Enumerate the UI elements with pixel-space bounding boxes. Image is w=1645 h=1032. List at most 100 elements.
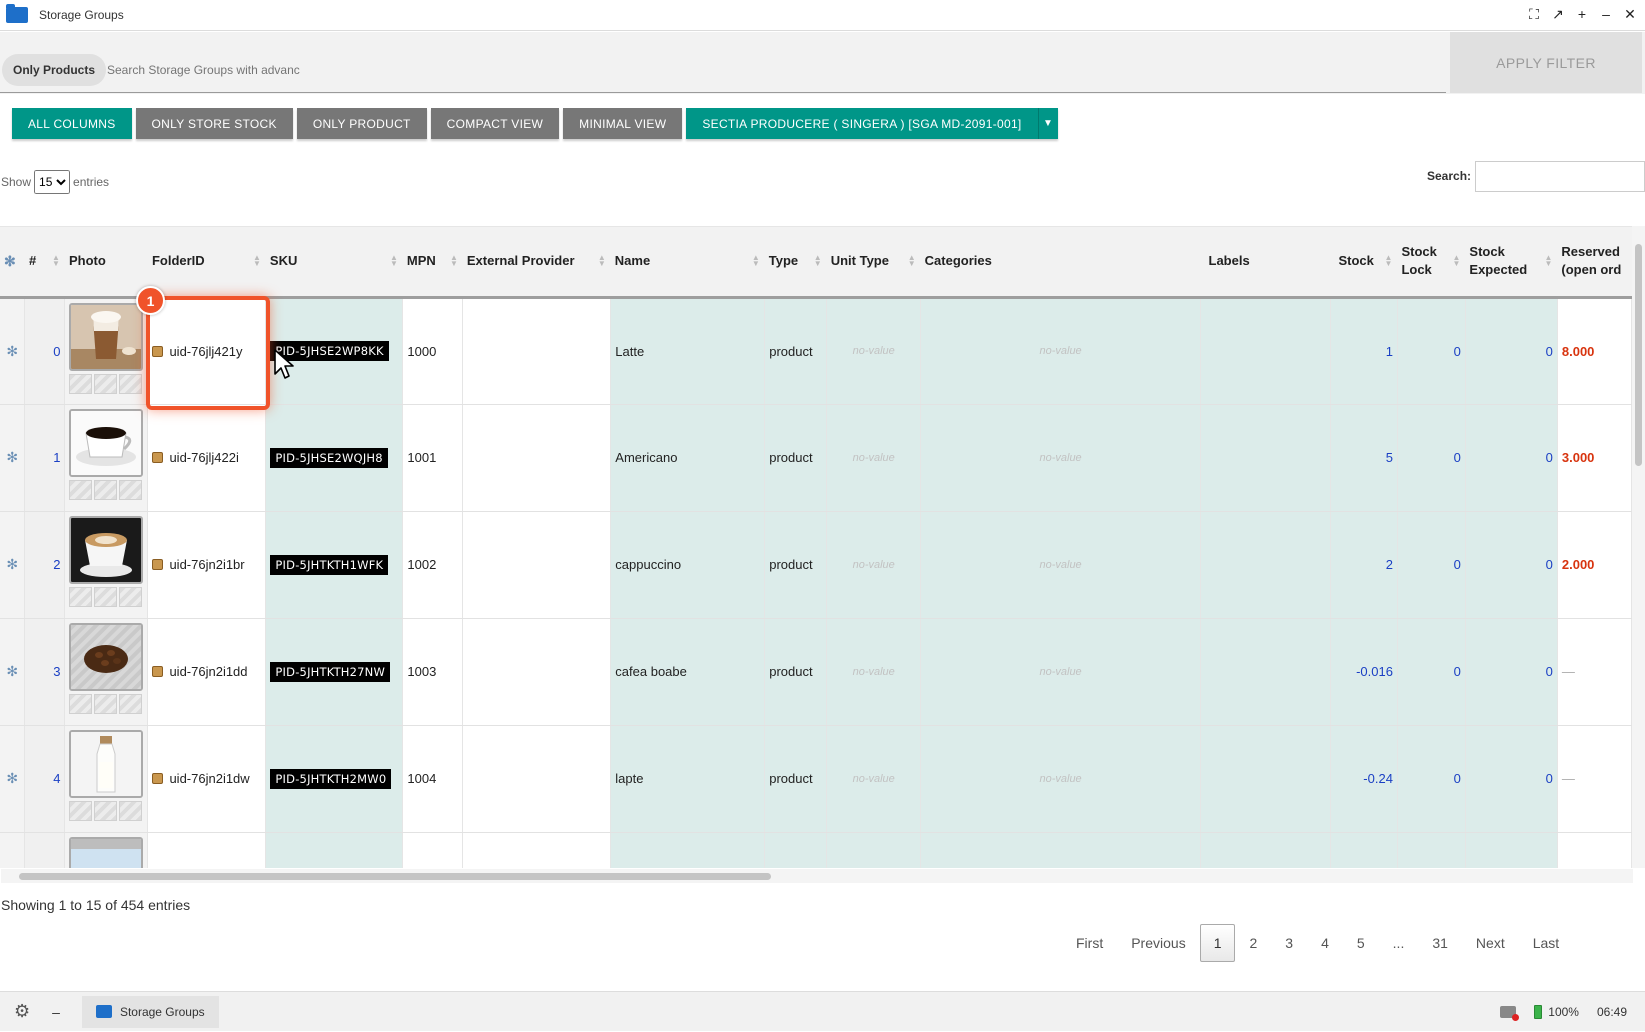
row-gear[interactable]: ✻ [0,404,26,512]
battery-indicator[interactable]: 100% [1534,1005,1579,1019]
row-folderid[interactable]: uid-76jlj421y [147,297,267,405]
only-store-stock-button[interactable]: ONLY STORE STOCK [135,108,293,139]
header-photo: Photo [64,227,148,299]
row-gear[interactable]: ✻ [0,297,26,405]
maximize-icon[interactable]: + [1573,6,1591,23]
settings-gear-icon[interactable]: ⚙ [14,1001,30,1022]
header-reserved[interactable]: Reserved (open ord [1557,227,1632,299]
row-photo[interactable] [64,404,149,512]
row-folderid[interactable]: uid-76jn2i1dw [147,725,267,833]
table-row[interactable]: ✻ 3 uid-76jn2i1dd PID-5JHTKTH27NW 1003 c… [0,618,1632,726]
row-photo[interactable] [64,618,149,726]
page-2[interactable]: 2 [1235,924,1271,962]
row-mpn: 1003 [402,618,464,726]
page-1[interactable]: 1 [1199,924,1236,962]
header-stock-lock[interactable]: Stock Lock ▲ ▼ [1397,227,1466,299]
row-categories: no-value [920,725,1202,833]
gear-icon[interactable]: ✻ [6,770,18,786]
table-row[interactable]: ✻ 4 uid-76jn2i1dw PID-5JHTKTH2MW0 1004 l… [0,725,1632,833]
row-stock: 1 [1330,297,1398,405]
page-5[interactable]: 5 [1343,924,1379,962]
row-sku[interactable] [265,832,404,868]
row-photo[interactable] [64,297,149,405]
row-folderid[interactable]: uid-76jn2i1dd [147,618,267,726]
row-sku[interactable]: PID-5JHSE2WQJH8 [265,404,404,512]
horizontal-scrollbar[interactable] [1,869,1633,883]
header-name[interactable]: Name ▲ ▼ [610,227,765,299]
compact-view-button[interactable]: COMPACT VIEW [430,108,560,139]
row-photo[interactable] [64,725,149,833]
latte-glass-photo[interactable] [69,302,144,371]
row-sku[interactable]: PID-5JHTKTH27NW [265,618,404,726]
close-icon[interactable]: ✕ [1621,6,1639,23]
page-3[interactable]: 3 [1271,924,1307,962]
network-offline-icon[interactable] [1500,1006,1520,1021]
coffee-beans-photo[interactable] [69,622,144,691]
minimize-all-icon[interactable]: – [52,1004,60,1020]
header-gear[interactable]: ✻ [0,227,25,299]
header-type[interactable]: Type ▲ ▼ [764,227,827,299]
entries-select[interactable]: 15 [34,170,71,194]
popout-icon[interactable]: ↗ [1549,6,1567,23]
cappuccino-cup-photo[interactable] [69,515,144,584]
fullscreen-icon[interactable]: ⛶ [1525,6,1543,23]
header-stock[interactable]: Stock ▲ ▼ [1330,227,1398,299]
gear-icon[interactable]: ✻ [6,556,18,572]
americano-cup-photo[interactable] [69,408,144,477]
page-first[interactable]: First [1062,924,1117,962]
header-stock-expected[interactable]: Stock Expected ▲ ▼ [1465,227,1558,299]
sort-icon: ▲ ▼ [1452,253,1461,268]
page-4[interactable]: 4 [1307,924,1343,962]
chevron-down-icon[interactable]: ▼ [1037,108,1058,139]
milk-bottle-photo[interactable] [69,729,144,798]
horizontal-scroll-thumb[interactable] [19,873,771,880]
row-reserved: — [1557,725,1632,833]
header-unit-type[interactable]: Unit Type ▲ ▼ [826,227,921,299]
row-sku[interactable]: PID-5JHTKTH1WFK [265,511,404,619]
apply-filter-button[interactable]: APPLY FILTER [1450,32,1642,93]
gear-icon[interactable]: ✻ [4,253,16,269]
row-sku[interactable]: PID-5JHTKTH2MW0 [265,725,404,833]
row-type: product [764,511,828,619]
advanced-search-input[interactable] [105,54,310,86]
vertical-scroll-thumb[interactable] [1635,244,1642,466]
row-gear[interactable]: ✻ [0,725,26,833]
all-columns-button[interactable]: ALL COLUMNS [12,108,132,139]
product-photo[interactable] [69,836,144,868]
row-folderid[interactable]: uid-76jn2i1br [147,511,267,619]
minimal-view-button[interactable]: MINIMAL VIEW [563,108,683,139]
row-type: product [764,618,828,726]
header-mpn[interactable]: MPN ▲ ▼ [402,227,463,299]
row-photo[interactable] [64,511,149,619]
table-row[interactable]: ✻ 2 uid-76jn2i1br PID-5JHTKTH1WFK 1002 c… [0,511,1632,619]
gear-icon[interactable]: ✻ [6,663,18,679]
only-products-chip[interactable]: Only Products [2,54,107,86]
header-folderid[interactable]: FolderID ▲ ▼ [147,227,266,299]
page-previous[interactable]: Previous [1117,924,1199,962]
row-labels [1200,618,1331,726]
vertical-scrollbar[interactable] [1632,226,1645,868]
row-gear[interactable]: ✻ [0,618,26,726]
table-row[interactable] [0,832,1632,868]
gear-icon[interactable]: ✻ [6,449,18,465]
table-row[interactable]: ✻ 0 uid-76jlj421y PID-5JHSE2WP8KK 1000 L… [0,297,1632,405]
row-gear[interactable] [0,832,26,868]
gear-icon[interactable]: ✻ [6,343,18,359]
table-search-input[interactable] [1475,161,1645,192]
row-gear[interactable]: ✻ [0,511,26,619]
entries-length: Show 15 entries [1,170,109,194]
header-index[interactable]: # ▲ ▼ [24,227,65,299]
minimize-icon[interactable]: – [1597,6,1615,23]
only-product-button[interactable]: ONLY PRODUCT [296,108,427,139]
row-photo[interactable] [64,832,149,868]
table-row[interactable]: ✻ 1 uid-76jlj422i PID-5JHSE2WQJH8 1001 A… [0,404,1632,512]
store-selector-dropdown[interactable]: SECTIA PRODUCERE ( SINGERA ) [SGA MD-209… [686,108,1058,139]
header-external-provider[interactable]: External Provider ▲ ▼ [462,227,611,299]
page-31[interactable]: 31 [1418,924,1462,962]
row-folderid[interactable] [147,832,267,868]
taskbar-app-storage-groups[interactable]: Storage Groups [81,995,219,1028]
header-sku[interactable]: SKU ▲ ▼ [265,227,403,299]
page-next[interactable]: Next [1462,924,1519,962]
page-last[interactable]: Last [1519,924,1573,962]
row-folderid[interactable]: uid-76jlj422i [147,404,267,512]
